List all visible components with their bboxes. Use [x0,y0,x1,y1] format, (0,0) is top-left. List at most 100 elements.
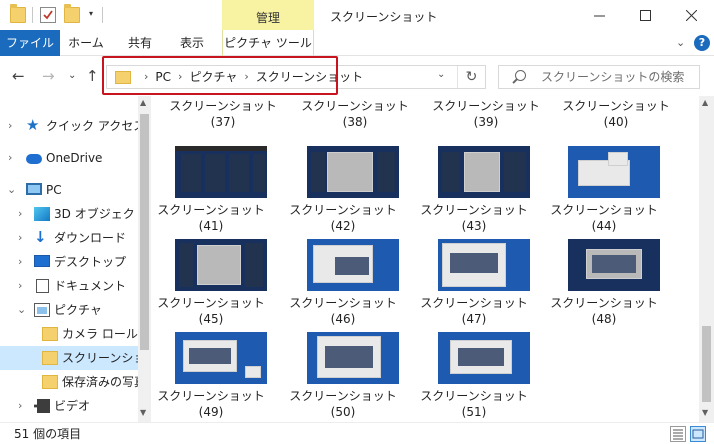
chevron-right-icon[interactable]: › [18,226,22,250]
back-button[interactable]: ← [12,67,25,85]
quick-access-toolbar-dropdown-icon[interactable]: ▾ [86,8,96,20]
large-icons-view-icon[interactable] [690,426,706,442]
breadcrumb-pictures[interactable]: ピクチャ [189,66,237,88]
sidebar-item-label: ドキュメント [54,279,127,293]
contextual-tab-group-manage[interactable]: 管理 [222,0,314,32]
sidebar-item-camera-roll[interactable]: カメラ ロール [0,322,138,346]
breadcrumb-pc[interactable]: PC [155,66,171,88]
sidebar-item-onedrive[interactable]: › OneDrive [0,146,138,170]
thumbnail [175,239,267,291]
chevron-right-icon[interactable]: › [18,274,22,298]
file-name: スクリーンショット [289,389,397,403]
chevron-right-icon[interactable]: › [18,250,22,274]
status-bar: 51 個の項目 [0,422,714,444]
sidebar-item-3d-objects[interactable]: › 3D オブジェクト [0,202,147,226]
address-bar[interactable]: › PC › ピクチャ › スクリーンショット ⌄ ↻ [106,65,486,89]
chevron-down-icon[interactable]: ⌄ [17,298,26,322]
sidebar-item-label: PC [46,183,62,197]
forward-button[interactable]: → [42,67,55,85]
file-item[interactable]: スクリーンショット (42) [283,146,403,240]
file-item[interactable]: スクリーンショット (41) [151,146,271,240]
sidebar-item-label: ビデオ [54,399,91,413]
properties-check-icon[interactable] [40,7,56,23]
download-icon: ↓ [34,228,47,246]
sidebar-item-documents[interactable]: › ドキュメント [0,274,138,298]
sidebar-item-desktop[interactable]: › デスクトップ [0,250,138,274]
scroll-up-icon[interactable]: ▲ [140,98,146,107]
chevron-down-icon[interactable]: ⌄ [7,178,16,202]
sidebar-item-quick-access[interactable]: › ★ クイック アクセス [0,114,145,138]
navigation-bar: ← → ⌄ ↑ › PC › ピクチャ › スクリーンショット ⌄ ↻ スクリー… [0,56,714,96]
folder-icon [115,71,131,84]
up-button[interactable]: ↑ [86,67,99,85]
recent-locations-dropdown-icon[interactable]: ⌄ [68,70,76,81]
tab-file[interactable]: ファイル [0,30,60,56]
window-title: スクリーンショット [330,10,438,24]
file-item[interactable]: スクリーンショット (48) [544,239,664,333]
close-button[interactable] [668,0,714,30]
file-name: スクリーンショット [157,389,265,403]
file-item[interactable]: スクリーンショット (46) [283,239,403,333]
chevron-right-icon[interactable]: › [18,394,22,418]
file-number: (41) [198,219,224,233]
file-name: スクリーンショット [157,296,265,310]
file-item[interactable]: スクリーンショット (51) [414,332,534,422]
breadcrumb-screenshots[interactable]: スクリーンショット [256,66,363,88]
help-icon[interactable]: ? [694,35,710,51]
sidebar-item-label: OneDrive [46,151,103,165]
thumbnail [438,332,530,384]
file-item[interactable]: スクリーンショット (45) [151,239,271,333]
onedrive-cloud-icon [26,154,42,164]
tab-view[interactable]: 表示 [166,30,218,56]
3d-objects-icon [34,207,50,221]
file-number: (42) [330,219,356,233]
sidebar-item-screenshots[interactable]: スクリーンショット [0,346,150,370]
file-item[interactable]: スクリーンショット (47) [414,239,534,333]
chevron-right-icon[interactable]: › [8,114,12,138]
scroll-down-icon[interactable]: ▼ [702,408,708,417]
file-number: (47) [461,312,487,326]
sidebar-item-pictures[interactable]: ⌄ ピクチャ [0,298,138,322]
thumbnail [568,146,660,198]
close-icon [685,9,697,21]
thumbnail [568,239,660,291]
sidebar-item-videos[interactable]: › ビデオ [0,394,138,418]
tab-picture-tools[interactable]: ピクチャ ツール [222,30,314,56]
details-view-icon[interactable] [670,426,686,442]
documents-icon [36,279,49,293]
file-item[interactable]: スクリーンショット (50) [283,332,403,422]
file-number: (37) [210,115,236,129]
scroll-up-icon[interactable]: ▲ [702,98,708,107]
minimize-button[interactable] [576,0,622,30]
file-item[interactable]: スクリーンショット (43) [414,146,534,240]
sidebar-item-pc[interactable]: ⌄ PC [0,178,138,202]
file-number: (39) [473,115,499,129]
sidebar-item-label: ピクチャ [54,303,102,317]
file-number: (48) [591,312,617,326]
file-item[interactable]: スクリーンショット (44) [544,146,664,240]
sidebar-scrollbar[interactable]: ▲ ▼ [138,96,151,422]
tab-share[interactable]: 共有 [114,30,166,56]
content-scrollbar-thumb[interactable] [702,326,711,402]
tab-home[interactable]: ホーム [60,30,112,56]
sidebar-item-label: 保存済みの写真 [62,375,147,389]
new-folder-icon[interactable] [64,4,80,23]
chevron-right-icon[interactable]: › [8,146,12,170]
sidebar-item-downloads[interactable]: › ↓ ダウンロード [0,226,138,250]
chevron-right-icon[interactable]: › [18,202,22,226]
toolbar-divider [32,7,33,23]
content-scrollbar[interactable]: ▲ ▼ [699,96,714,422]
address-history-dropdown-icon[interactable]: ⌄ [437,69,445,80]
refresh-button[interactable]: ↻ [457,66,485,88]
file-name: スクリーンショット [169,99,277,113]
sidebar-item-label: カメラ ロール [62,327,138,341]
maximize-button[interactable] [622,0,668,30]
thumbnail [307,146,399,198]
sidebar-item-saved-pictures[interactable]: 保存済みの写真 [0,370,146,394]
scroll-down-icon[interactable]: ▼ [140,408,146,417]
ribbon-expand-chevron-icon[interactable]: ⌄ [676,36,685,49]
file-item[interactable]: スクリーンショット (49) [151,332,271,422]
sidebar-scrollbar-thumb[interactable] [140,114,149,350]
search-box[interactable]: スクリーンショットの検索 [498,65,700,89]
file-list: スクリーンショット (37) スクリーンショット (38) スクリーンショット … [151,96,699,422]
